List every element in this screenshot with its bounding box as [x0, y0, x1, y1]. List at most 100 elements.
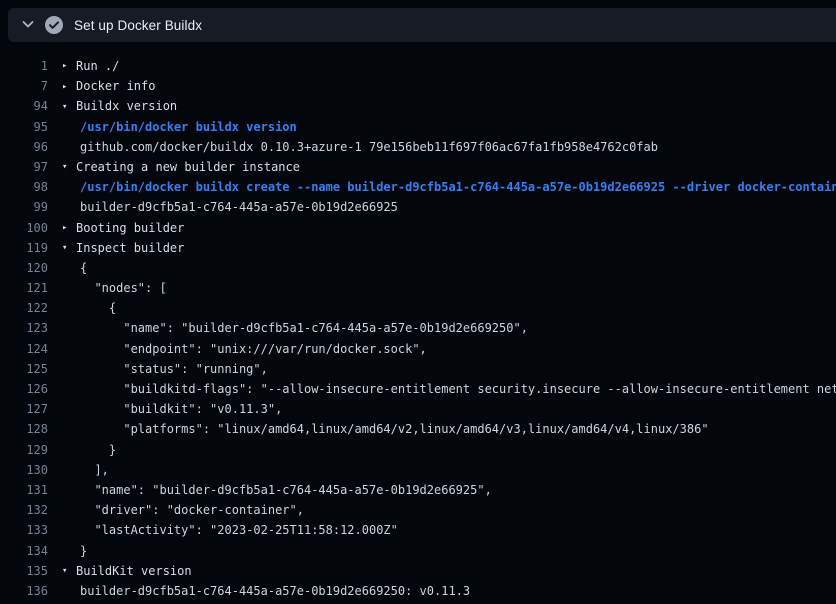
line-number[interactable]: 94: [0, 96, 48, 116]
log-output-text: {: [62, 298, 836, 318]
log-line: 98/usr/bin/docker buildx create --name b…: [0, 177, 836, 197]
log-output-text: "lastActivity": "2023-02-25T11:58:12.000…: [62, 520, 836, 540]
log-line: 133 "lastActivity": "2023-02-25T11:58:12…: [0, 520, 836, 540]
line-number[interactable]: 95: [0, 117, 48, 137]
step-title: Set up Docker Buildx: [74, 18, 202, 33]
log-line: 7 ▸Docker info: [0, 76, 836, 96]
log-line: 123 "name": "builder-d9cfb5a1-c764-445a-…: [0, 318, 836, 338]
log-command-text: /usr/bin/docker buildx create --name bui…: [62, 177, 836, 197]
log-line: 122 {: [0, 298, 836, 318]
line-number[interactable]: 128: [0, 419, 48, 439]
line-number[interactable]: 132: [0, 500, 48, 520]
log-group-label: Creating a new builder instance: [76, 160, 300, 174]
line-number[interactable]: 119: [0, 238, 48, 258]
line-number[interactable]: 98: [0, 177, 48, 197]
log-line: 125 "status": "running",: [0, 359, 836, 379]
log-group-label: Inspect builder: [76, 241, 184, 255]
line-number[interactable]: 124: [0, 339, 48, 359]
line-number[interactable]: 96: [0, 137, 48, 157]
log-line: 132 "driver": "docker-container",: [0, 500, 836, 520]
log-line: 119 ▾Inspect builder: [0, 238, 836, 258]
log-command-text: /usr/bin/docker buildx version: [62, 117, 836, 137]
log-group-label: Buildx version: [76, 99, 177, 113]
log-line: 124 "endpoint": "unix:///var/run/docker.…: [0, 339, 836, 359]
log-line: 96 github.com/docker/buildx 0.10.3+azure-…: [0, 137, 836, 157]
log-line: 136 builder-d9cfb5a1-c764-445a-a57e-0b19d…: [0, 581, 836, 601]
log-output-text: "platforms": "linux/amd64,linux/amd64/v2…: [62, 419, 836, 439]
line-number[interactable]: 129: [0, 440, 48, 460]
line-number[interactable]: 99: [0, 197, 48, 217]
chevron-down-icon: ▾: [62, 97, 76, 117]
log-output-text: "nodes": [: [62, 278, 836, 298]
success-check-icon: [44, 15, 64, 35]
line-number[interactable]: 122: [0, 298, 48, 318]
log-group-header[interactable]: ▾Creating a new builder instance: [62, 157, 836, 177]
line-number[interactable]: 97: [0, 157, 48, 177]
line-number[interactable]: 1: [0, 56, 48, 76]
log-group-label: BuildKit version: [76, 564, 192, 578]
log-output-text: "driver": "docker-container",: [62, 500, 836, 520]
log-line: 127 "buildkit": "v0.11.3",: [0, 399, 836, 419]
log-line: 129 }: [0, 440, 836, 460]
line-number[interactable]: 135: [0, 561, 48, 581]
line-number[interactable]: 136: [0, 581, 48, 601]
line-number[interactable]: 123: [0, 318, 48, 338]
line-number[interactable]: 7: [0, 76, 48, 96]
log-output-text: builder-d9cfb5a1-c764-445a-a57e-0b19d2e6…: [62, 197, 836, 217]
log-group-header[interactable]: ▸Docker info: [62, 76, 836, 96]
log-output-text: "name": "builder-d9cfb5a1-c764-445a-a57e…: [62, 480, 836, 500]
log-line: 95/usr/bin/docker buildx version: [0, 117, 836, 137]
chevron-right-icon: ▸: [62, 56, 76, 76]
log-line: 120 {: [0, 258, 836, 278]
log-output-text: "buildkit": "v0.11.3",: [62, 399, 836, 419]
log-output-text: "status": "running",: [62, 359, 836, 379]
log-group-header[interactable]: ▸Run ./: [62, 56, 836, 76]
line-number[interactable]: 121: [0, 278, 48, 298]
log-output-text: github.com/docker/buildx 0.10.3+azure-1 …: [62, 137, 836, 157]
log-group-header[interactable]: ▾BuildKit version: [62, 561, 836, 581]
line-number[interactable]: 127: [0, 399, 48, 419]
chevron-down-icon: ▾: [62, 157, 76, 177]
log-output-text: {: [62, 258, 836, 278]
line-number[interactable]: 133: [0, 520, 48, 540]
log-group-label: Docker info: [76, 79, 155, 93]
log-line: 121 "nodes": [: [0, 278, 836, 298]
chevron-right-icon: ▸: [62, 218, 76, 238]
line-number[interactable]: 100: [0, 218, 48, 238]
log-output-text: "buildkitd-flags": "--allow-insecure-ent…: [62, 379, 836, 399]
log-group-label: Run ./: [76, 59, 119, 73]
log-line: 128 "platforms": "linux/amd64,linux/amd6…: [0, 419, 836, 439]
line-number[interactable]: 125: [0, 359, 48, 379]
log-line: 1 ▸Run ./: [0, 56, 836, 76]
step-header[interactable]: Set up Docker Buildx: [8, 8, 836, 42]
log-group-header[interactable]: ▸Booting builder: [62, 218, 836, 238]
line-number[interactable]: 131: [0, 480, 48, 500]
log-line: 131 "name": "builder-d9cfb5a1-c764-445a-…: [0, 480, 836, 500]
log-output-text: "name": "builder-d9cfb5a1-c764-445a-a57e…: [62, 318, 836, 338]
log-line: 130 ],: [0, 460, 836, 480]
log-group-label: Booting builder: [76, 221, 184, 235]
chevron-down-icon: ▾: [62, 561, 76, 581]
line-number[interactable]: 134: [0, 541, 48, 561]
log-line: 100 ▸Booting builder: [0, 218, 836, 238]
log-output-text: ],: [62, 460, 836, 480]
chevron-down-icon: [20, 16, 36, 35]
log-group-header[interactable]: ▾Buildx version: [62, 96, 836, 116]
collapse-step-button[interactable]: [16, 13, 40, 37]
log-line: 135 ▾BuildKit version: [0, 561, 836, 581]
log-line: 94 ▾Buildx version: [0, 96, 836, 116]
log-output-text: }: [62, 440, 836, 460]
log-output-text: "endpoint": "unix:///var/run/docker.sock…: [62, 339, 836, 359]
log-output-text: }: [62, 541, 836, 561]
log-line: 126 "buildkitd-flags": "--allow-insecure…: [0, 379, 836, 399]
log-lines: 1▸Run ./7▸Docker info94▾Buildx version95…: [0, 56, 836, 601]
line-number[interactable]: 126: [0, 379, 48, 399]
log-line: 134}: [0, 541, 836, 561]
log-output-text: builder-d9cfb5a1-c764-445a-a57e-0b19d2e6…: [62, 581, 836, 601]
line-number[interactable]: 130: [0, 460, 48, 480]
chevron-right-icon: ▸: [62, 77, 76, 97]
log-line: 99 builder-d9cfb5a1-c764-445a-a57e-0b19d2…: [0, 197, 836, 217]
log-line: 97 ▾Creating a new builder instance: [0, 157, 836, 177]
log-group-header[interactable]: ▾Inspect builder: [62, 238, 836, 258]
line-number[interactable]: 120: [0, 258, 48, 278]
